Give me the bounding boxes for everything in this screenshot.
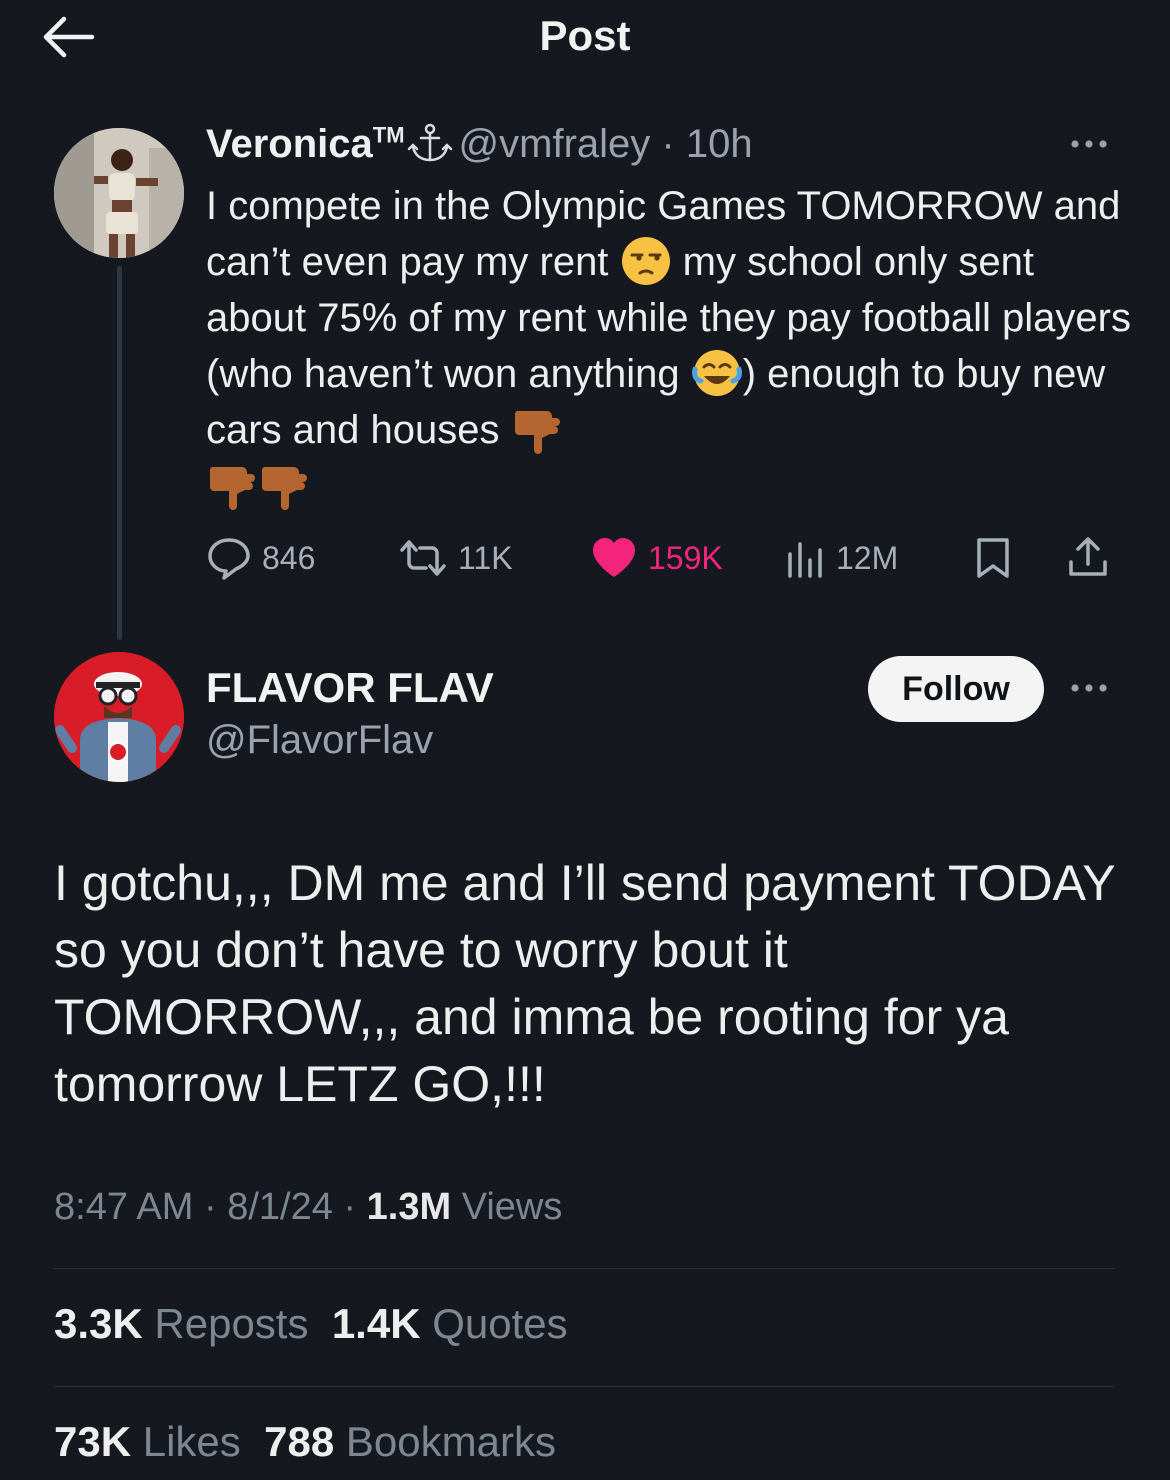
avatar[interactable]	[54, 652, 184, 782]
post-time[interactable]: 10h	[686, 122, 753, 166]
face-with-tears-of-joy-icon	[691, 347, 743, 399]
reply-button[interactable]: 846	[206, 534, 315, 582]
share-button[interactable]	[1066, 534, 1120, 582]
repost-count: 11K	[458, 539, 513, 576]
quotes-stat[interactable]: 1.4K Quotes	[332, 1300, 568, 1347]
separator: ·	[332, 1186, 367, 1228]
likes-stat[interactable]: 73K Likes	[54, 1418, 241, 1465]
engagement-stats-row: 73K Likes 788 Bookmarks	[54, 1418, 556, 1466]
quotes-label: Quotes	[432, 1300, 568, 1347]
like-button[interactable]: 159K	[590, 534, 723, 582]
author-handle[interactable]: @FlavorFlav	[206, 718, 433, 763]
views-count: 1.3M	[366, 1186, 452, 1228]
post-metadata: 8:47 AM · 8/1/24 · 1.3M Views	[54, 1186, 562, 1229]
like-count: 159K	[648, 539, 723, 576]
anchor-icon	[407, 123, 453, 163]
quotes-count: 1.4K	[331, 1300, 421, 1347]
share-icon	[1069, 537, 1107, 576]
bookmarks-stat[interactable]: 788 Bookmarks	[264, 1418, 556, 1465]
thread-line	[117, 266, 122, 640]
more-options-icon[interactable]	[1066, 130, 1112, 158]
heart-filled-icon	[593, 538, 635, 577]
reposts-label: Reposts	[154, 1300, 309, 1347]
author-name[interactable]: Veronica	[206, 122, 373, 166]
post-date: 8/1/24	[227, 1186, 333, 1228]
avatar-photo-icon	[54, 652, 184, 782]
author-name[interactable]: FLAVOR FLAV	[206, 664, 494, 712]
unamused-face-icon	[620, 235, 672, 287]
avatar[interactable]	[54, 128, 184, 258]
trademark-label: TM	[372, 122, 405, 148]
repost-button[interactable]: 11K	[398, 534, 513, 582]
follow-button[interactable]: Follow	[868, 656, 1044, 722]
thumbs-down-icon	[511, 403, 563, 455]
views-button[interactable]: 12M	[786, 534, 898, 582]
reply-text: I gotchu,,, DM me and I’ll send payment …	[54, 855, 1115, 1112]
more-options-icon[interactable]	[1066, 674, 1112, 702]
views-chart-icon	[788, 542, 822, 578]
page-title: Post	[539, 12, 631, 59]
separator: ·	[650, 122, 686, 166]
reposts-count: 3.3K	[54, 1300, 143, 1347]
likes-label: Likes	[142, 1418, 241, 1465]
repost-icon	[400, 540, 446, 576]
views-count: 12M	[836, 539, 899, 576]
divider	[54, 1268, 1114, 1269]
avatar-photo-icon	[54, 128, 184, 258]
bookmark-button[interactable]	[974, 534, 1022, 582]
bookmarks-label: Bookmarks	[345, 1418, 556, 1465]
engagement-stats-row: 3.3K Reposts 1.4K Quotes	[54, 1300, 568, 1348]
reposts-stat[interactable]: 3.3K Reposts	[54, 1300, 308, 1347]
thumbs-down-icon	[206, 459, 258, 511]
views-label: Views	[461, 1186, 563, 1228]
post-time: 8:47 AM	[54, 1186, 194, 1228]
bookmark-icon	[977, 538, 1009, 578]
author-handle[interactable]: @vmfraley	[459, 122, 651, 166]
post-text: I compete in the Olympic Games TOMORROW …	[206, 178, 1136, 514]
reply-count: 846	[262, 539, 316, 576]
divider	[54, 1386, 1114, 1387]
thumbs-down-icon	[258, 459, 310, 511]
likes-count: 73K	[54, 1418, 132, 1465]
post-header: VeronicaTM @vmfraley · 10h	[206, 122, 753, 167]
separator: ·	[193, 1186, 228, 1228]
reply-icon	[208, 538, 250, 580]
bookmarks-count: 788	[264, 1418, 335, 1465]
